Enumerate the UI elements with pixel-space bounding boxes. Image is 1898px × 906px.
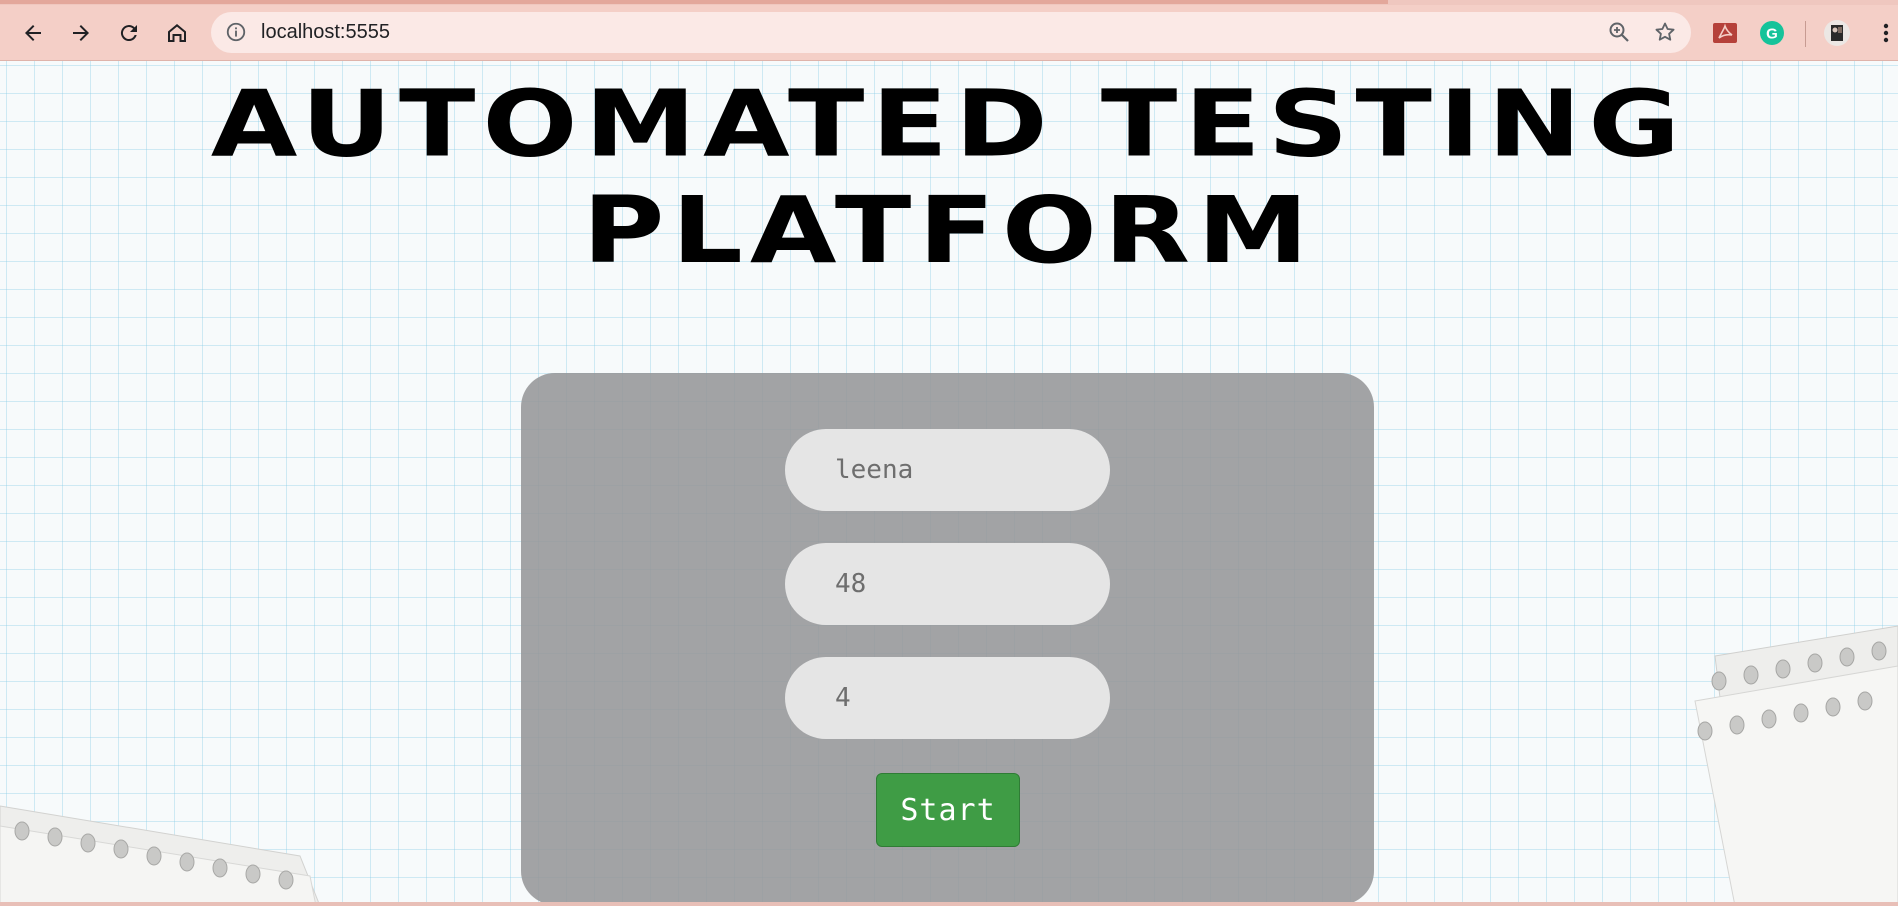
form-panel: Start	[521, 373, 1374, 902]
url-text: localhost:5555	[261, 21, 390, 43]
toolbar-separator	[1805, 21, 1806, 47]
grammarly-icon[interactable]: G	[1758, 19, 1786, 47]
arrow-left-icon	[25, 25, 41, 41]
page-content: AUTOMATED TESTING PLATFORM Start	[0, 61, 1898, 902]
text-input-2[interactable]	[785, 543, 1110, 625]
back-button[interactable]	[16, 16, 50, 50]
reload-icon	[120, 25, 137, 42]
star-icon[interactable]	[1653, 20, 1677, 44]
text-input-3[interactable]	[785, 657, 1110, 739]
zoom-in-icon[interactable]	[1607, 20, 1631, 44]
info-icon[interactable]	[225, 21, 247, 43]
active-tab-indicator	[0, 0, 1388, 4]
svg-text:G: G	[1766, 26, 1778, 43]
more-vert-icon[interactable]	[1880, 21, 1892, 45]
home-button[interactable]	[160, 16, 194, 50]
browser-toolbar: localhost:5555 G	[0, 5, 1898, 61]
avatar[interactable]	[1823, 19, 1851, 47]
forward-button[interactable]	[64, 16, 98, 50]
acrobat-icon[interactable]	[1711, 19, 1739, 47]
arrow-right-icon	[73, 25, 89, 41]
address-bar[interactable]: localhost:5555	[211, 12, 1691, 53]
window-bottom-border	[0, 902, 1898, 906]
start-button[interactable]: Start	[876, 773, 1020, 847]
page-title: AUTOMATED TESTING PLATFORM	[210, 71, 1688, 285]
text-input-1[interactable]	[785, 429, 1110, 511]
torn-paper-decoration-right	[1694, 625, 1898, 902]
torn-paper-decoration-left	[0, 805, 319, 902]
reload-button[interactable]	[112, 16, 146, 50]
home-icon	[168, 24, 186, 42]
